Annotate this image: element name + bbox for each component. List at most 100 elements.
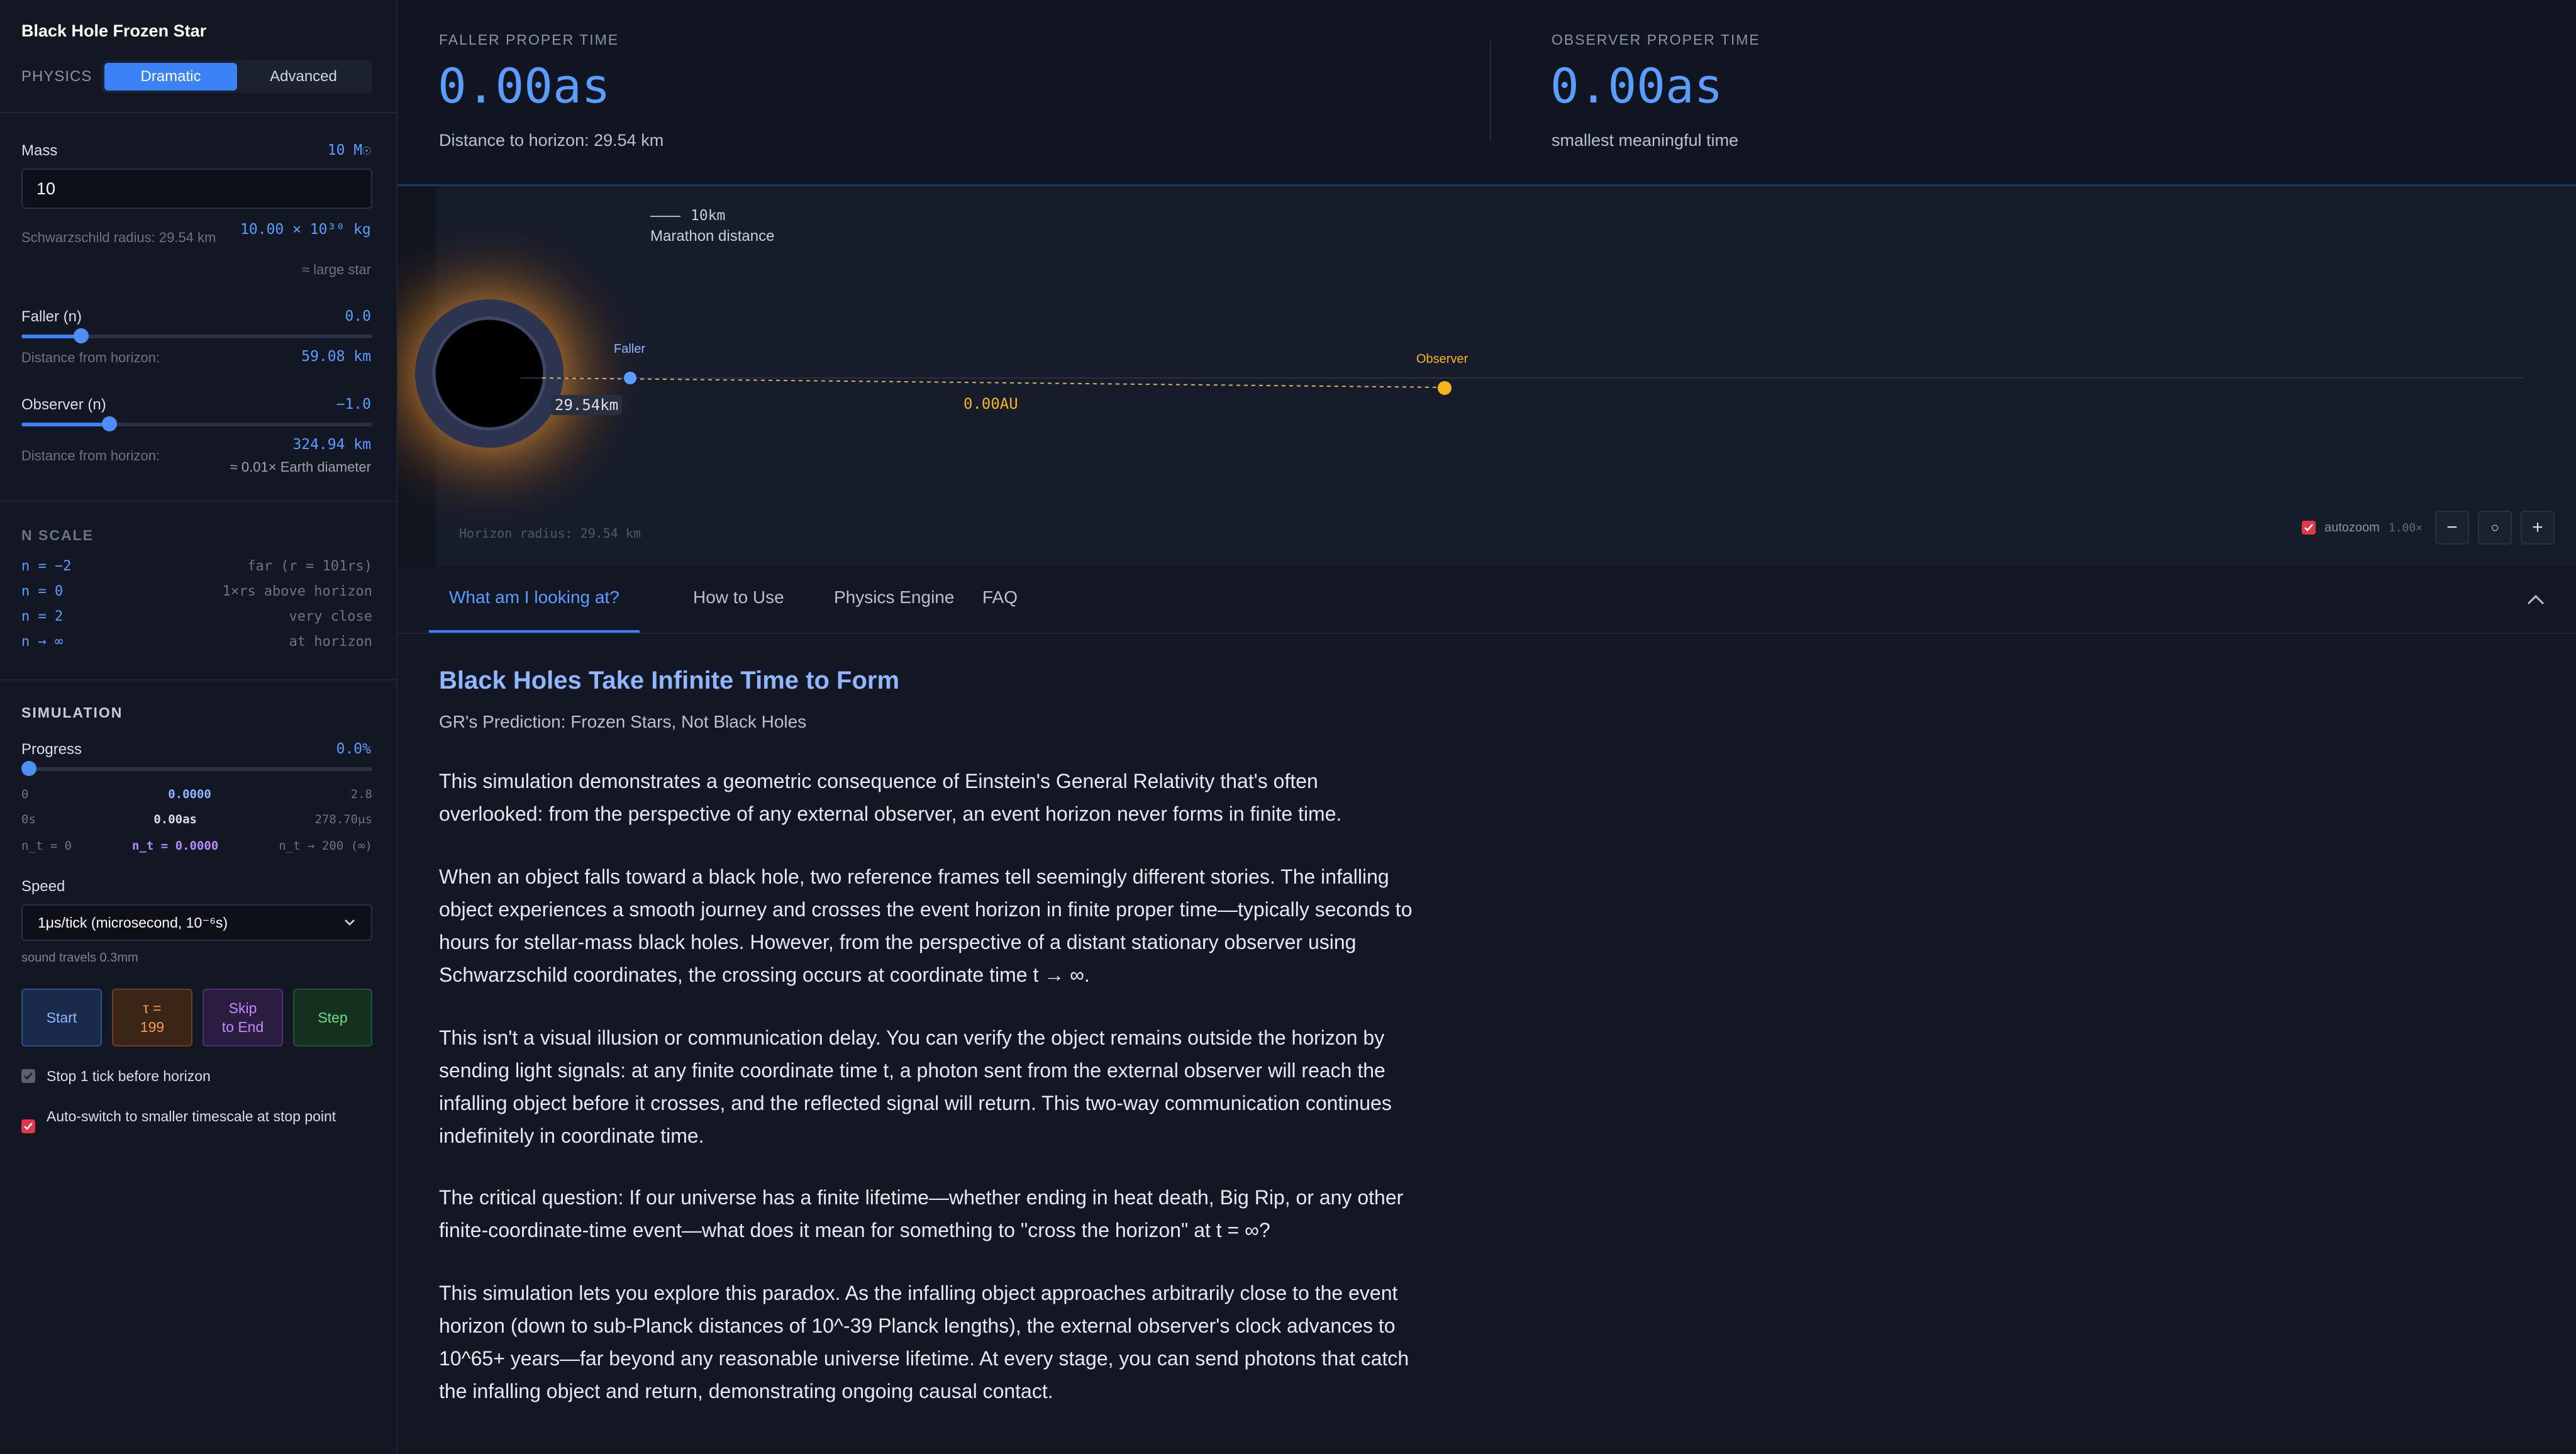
stop-before-horizon-checkbox[interactable] <box>21 1069 35 1083</box>
divider <box>0 679 397 680</box>
tick-min: n_t = 0 <box>21 839 72 853</box>
observer-label: Observer (n) <box>21 396 106 413</box>
chevron-up-icon[interactable] <box>2523 587 2548 613</box>
mass-badge: 10 M☉ <box>327 142 371 158</box>
auto-switch-checkbox[interactable] <box>21 1119 35 1133</box>
tick-min: 0 <box>21 787 29 801</box>
zoom-reset-button[interactable]: ○ <box>2478 511 2512 545</box>
observer-slider[interactable] <box>21 416 372 431</box>
stop-before-horizon-label: Stop 1 tick before horizon <box>47 1068 211 1084</box>
nscale-row: n = 0 1×rs above horizon <box>21 584 372 599</box>
content-subtitle: GR's Prediction: Frozen Stars, Not Black… <box>439 712 807 731</box>
nscale-key: n = 0 <box>21 584 64 599</box>
observer-approx: ≈ 0.01× Earth diameter <box>230 459 371 475</box>
speed-select[interactable]: 1μs/tick (microsecond, 10⁻⁶s) <box>21 904 372 941</box>
scale-note: Marathon distance <box>650 228 775 245</box>
nscale-key: n = 2 <box>21 609 64 624</box>
scale-label: 10km <box>691 208 726 224</box>
check-icon <box>2304 524 2313 531</box>
progress-value: 0.0% <box>336 741 371 757</box>
content-paragraph: The critical question: If our universe h… <box>439 1186 1404 1241</box>
zoom-in-button[interactable]: + <box>2521 511 2555 545</box>
observer-label-viz: Observer <box>1416 352 1468 366</box>
stats-divider <box>1490 40 1491 141</box>
tab-faq[interactable]: FAQ <box>962 587 1038 630</box>
tab-physics-engine[interactable]: Physics Engine <box>814 587 974 630</box>
observer-slider-knob[interactable] <box>101 416 117 431</box>
observer-time-value: 0.00as <box>1550 58 1723 114</box>
mass-label: Mass <box>21 142 58 159</box>
mass-kg: 10.00 × 10³⁰ kg <box>240 221 371 238</box>
speed-note: sound travels 0.3mm <box>21 951 138 965</box>
black-hole <box>432 316 547 431</box>
observer-marker[interactable] <box>1438 381 1452 395</box>
check-icon <box>24 1123 33 1130</box>
tick-current: n_t = 0.0000 <box>132 839 219 853</box>
faller-distance-value: 59.08 km <box>301 348 371 365</box>
progress-slider-knob[interactable] <box>21 761 36 776</box>
nscale-desc: very close <box>289 609 372 624</box>
mass-input[interactable]: 10 <box>21 169 372 209</box>
nscale-row: n = −2 far (r = 101rs) <box>21 558 372 574</box>
mode-advanced-button[interactable]: Advanced <box>237 63 370 91</box>
faller-time-value: 0.00as <box>438 58 611 114</box>
faller-value: 0.0 <box>345 308 371 325</box>
faller-marker[interactable] <box>624 372 636 384</box>
observer-distance-value: 324.94 km <box>292 436 371 453</box>
distance-tag: 0.00AU <box>963 395 1018 413</box>
tau-button[interactable]: τ = 199 <box>112 989 192 1046</box>
faller-distance-label: Distance from horizon: <box>21 350 160 365</box>
tick-min: 0s <box>21 813 36 826</box>
observer-time-sub: smallest meaningful time <box>1552 131 1739 150</box>
content-paragraph: This simulation demonstrates a geometric… <box>439 770 1342 825</box>
tick-current: 0.00as <box>153 813 197 826</box>
distance-line <box>541 377 1445 388</box>
faller-time-label: FALLER PROPER TIME <box>439 31 619 48</box>
step-button[interactable]: Step <box>293 989 372 1046</box>
nscale-desc: far (r = 101rs) <box>247 558 372 574</box>
check-icon <box>24 1072 33 1080</box>
nscale-row: n → ∞ at horizon <box>21 634 372 650</box>
tick-max: 278.70μs <box>314 813 372 826</box>
nscale-key: n = −2 <box>21 558 72 574</box>
tab-what-am-i-looking-at[interactable]: What am I looking at? <box>429 587 640 633</box>
content-paragraph: This isn't a visual illusion or communic… <box>439 1026 1392 1147</box>
info-content: Black Holes Take Infinite Time to Form G… <box>397 634 2576 1454</box>
faller-slider-fill <box>21 335 81 338</box>
time-stats-panel: FALLER PROPER TIME 0.00as Distance to ho… <box>397 0 2576 186</box>
observer-distance-label: Distance from horizon: <box>21 448 160 463</box>
autozoom-checkbox[interactable] <box>2301 521 2316 535</box>
radius-tag: 29.54km <box>551 395 623 415</box>
faller-distance-sub: Distance to horizon: 29.54 km <box>439 131 664 150</box>
skip-to-end-button[interactable]: Skip to End <box>203 989 283 1046</box>
progress-slider[interactable] <box>21 761 372 776</box>
content-paragraph: When an object falls toward a black hole… <box>439 865 1413 986</box>
observer-slider-fill <box>21 423 109 426</box>
mode-dramatic-button[interactable]: Dramatic <box>104 63 237 91</box>
divider <box>0 501 397 502</box>
physics-label: PHYSICS <box>21 68 92 85</box>
faller-slider-knob[interactable] <box>73 328 89 343</box>
progress-ticks-nt: n_t = 0 n_t = 0.0000 n_t → 200 (∞) <box>21 839 372 853</box>
tick-current: 0.0000 <box>168 787 211 801</box>
start-button[interactable]: Start <box>21 989 102 1046</box>
zoom-level: 1.00× <box>2388 521 2423 535</box>
progress-ticks-n: 0 0.0000 2.8 <box>21 787 372 801</box>
sidebar: Black Hole Frozen Star PHYSICS Dramatic … <box>0 0 397 1454</box>
content-paragraph: This simulation lets you explore this pa… <box>439 1282 1409 1402</box>
tick-max: 2.8 <box>350 787 372 801</box>
simulation-heading: SIMULATION <box>21 704 123 721</box>
schwarzschild-radius: Schwarzschild radius: 29.54 km <box>21 230 216 245</box>
faller-label: Faller (n) <box>21 308 82 325</box>
physics-mode-row: PHYSICS Dramatic Advanced <box>21 60 372 93</box>
tab-how-to-use[interactable]: How to Use <box>673 587 804 630</box>
speed-selected: 1μs/tick (microsecond, 10⁻⁶s) <box>38 914 228 931</box>
auto-switch-label: Auto-switch to smaller timescale at stop… <box>47 1108 336 1124</box>
divider <box>0 112 397 113</box>
visualization-canvas[interactable]: 10km Marathon distance Faller Observer 2… <box>397 186 2576 566</box>
progress-ticks-time: 0s 0.00as 278.70μs <box>21 813 372 826</box>
app-title: Black Hole Frozen Star <box>21 21 207 40</box>
faller-slider[interactable] <box>21 328 372 343</box>
zoom-out-button[interactable]: − <box>2435 511 2469 545</box>
nscale-desc: at horizon <box>289 634 372 650</box>
